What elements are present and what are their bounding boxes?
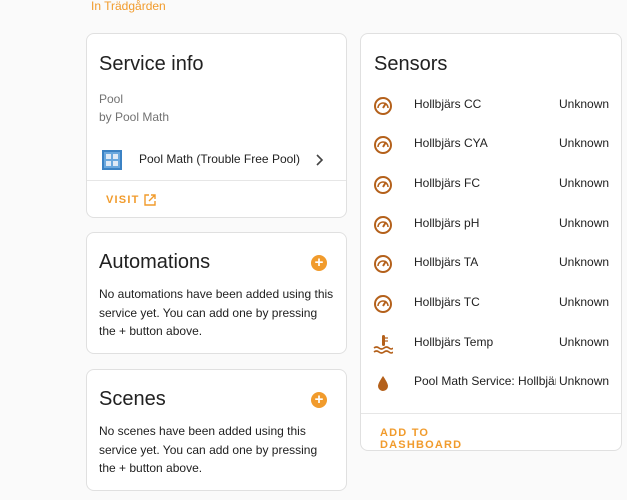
pool-math-logo-icon — [102, 150, 122, 170]
add-to-dashboard-button[interactable]: ADD TO DASHBOARD — [373, 422, 503, 451]
sensor-name: Hollbjärs TA — [414, 255, 479, 269]
sensor-state: Unknown — [559, 374, 610, 388]
sensor-row[interactable]: Hollbjärs TC Unknown — [361, 284, 621, 324]
service-info-title: Service info — [99, 53, 204, 75]
sensor-state: Unknown — [559, 136, 610, 150]
sensor-name: Hollbjärs Temp — [414, 335, 494, 349]
automations-title: Automations — [99, 251, 211, 273]
sensor-row[interactable]: Pool Math Service: Hollbjärs Unknown — [361, 363, 621, 403]
integration-name: Pool Math (Trouble Free Pool) — [139, 152, 300, 166]
sensors-title: Sensors — [374, 53, 448, 75]
sensor-state: Unknown — [559, 176, 610, 190]
automations-card: Automations + No automations have been a… — [86, 232, 347, 354]
sensor-name: Hollbjärs CC — [414, 97, 482, 111]
sensor-name: Hollbjärs CYA — [414, 136, 488, 150]
sensor-row[interactable]: Hollbjärs CYA Unknown — [361, 125, 621, 165]
sensor-row[interactable]: Hollbjärs pH Unknown — [361, 205, 621, 245]
sensor-state: Unknown — [559, 335, 610, 349]
sensor-row[interactable]: Hollbjärs CC Unknown — [361, 86, 621, 126]
add-automation-button[interactable]: + — [311, 255, 327, 271]
add-scene-button[interactable]: + — [311, 392, 327, 408]
visit-label: VISIT — [106, 194, 140, 206]
service-model: Pool — [99, 92, 124, 106]
sensor-name: Hollbjärs FC — [414, 176, 481, 190]
scenes-empty-text: No scenes have been added using this ser… — [99, 424, 318, 475]
water-drop-icon — [378, 376, 388, 391]
service-info-card: Service info Pool by Pool Math Pool Math… — [86, 33, 347, 218]
service-manufacturer: by Pool Math — [99, 110, 170, 124]
add-to-dashboard-label: ADD TO DASHBOARD — [380, 427, 463, 451]
sensors-divider — [361, 413, 621, 414]
open-in-new-icon — [144, 194, 156, 206]
gauge-icon — [374, 176, 392, 194]
sensors-card: Sensors Hollbjärs CC Unknown Hollbjärs C… — [360, 33, 622, 451]
sensor-row[interactable]: Hollbjärs Temp Unknown — [361, 324, 621, 364]
sensor-name: Hollbjärs pH — [414, 216, 480, 230]
gauge-icon — [374, 97, 392, 115]
sensor-row[interactable]: Hollbjärs FC Unknown — [361, 165, 621, 205]
water-thermometer-icon — [373, 335, 393, 354]
service-info-divider — [87, 180, 346, 181]
sensor-state: Unknown — [559, 216, 610, 230]
automations-empty-text: No automations have been added using thi… — [99, 287, 334, 338]
integration-row[interactable]: Pool Math (Trouble Free Pool) — [87, 142, 346, 178]
sensor-row[interactable]: Hollbjärs TA Unknown — [361, 244, 621, 284]
scenes-card: Scenes + No scenes have been added using… — [86, 369, 347, 491]
sensor-name: Hollbjärs TC — [414, 295, 480, 309]
chevron-right-icon — [316, 154, 324, 166]
gauge-icon — [374, 136, 392, 154]
sensor-state: Unknown — [559, 295, 610, 309]
scenes-title: Scenes — [99, 388, 166, 410]
sensor-state: Unknown — [559, 255, 610, 269]
area-link[interactable]: In Trädgården — [91, 0, 166, 13]
gauge-icon — [374, 255, 392, 273]
gauge-icon — [374, 216, 392, 234]
sensor-name: Pool Math Service: Hollbjärs — [414, 374, 556, 388]
visit-button[interactable]: VISIT — [99, 189, 169, 211]
sensor-state: Unknown — [559, 97, 610, 111]
gauge-icon — [374, 295, 392, 313]
